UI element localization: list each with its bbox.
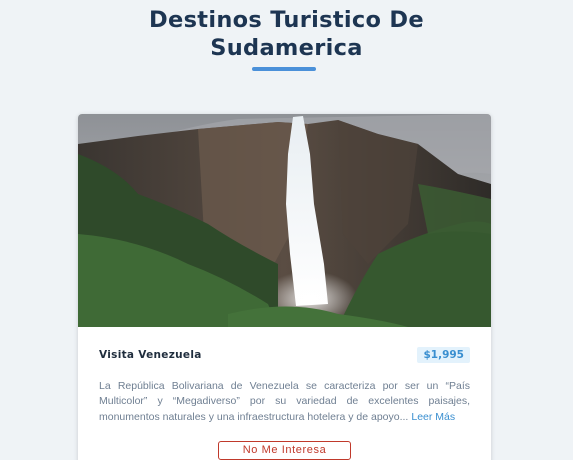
destination-description: La República Bolivariana de Venezuela se… (99, 379, 470, 425)
page-title-line-2: Sudamerica (210, 35, 363, 61)
price-badge: $1,995 (417, 347, 470, 363)
destination-image (78, 114, 491, 327)
page-title: Destinos Turistico De Sudamerica (0, 6, 573, 62)
page: Destinos Turistico De Sudamerica Visita … (0, 0, 573, 460)
destination-card: Visita Venezuela $1,995 La República Bol… (78, 114, 491, 460)
page-title-line-1: Destinos Turistico De (149, 7, 424, 33)
destination-name: Visita Venezuela (99, 349, 202, 361)
read-more-link[interactable]: Leer Más (411, 411, 455, 423)
not-interested-button[interactable]: No Me Interesa (218, 441, 351, 460)
title-underline (252, 67, 316, 71)
